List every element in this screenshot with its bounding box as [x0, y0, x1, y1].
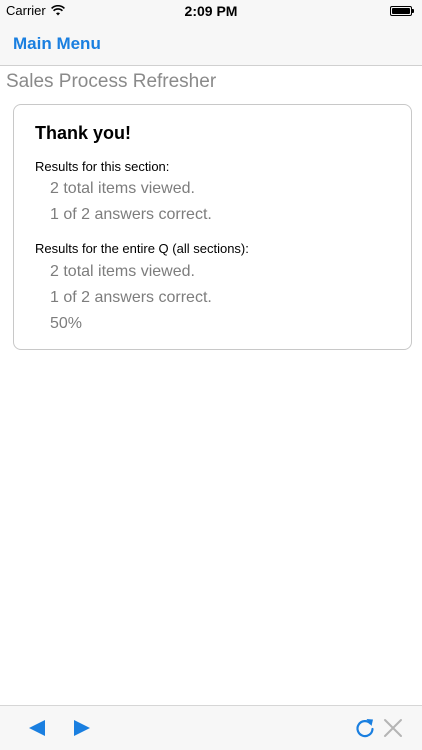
battery-icon: [390, 6, 414, 16]
results-card: Thank you! Results for this section: 2 t…: [13, 104, 412, 350]
section-items-viewed: 2 total items viewed.: [50, 180, 195, 197]
page-title: Sales Process Refresher: [6, 71, 217, 92]
bottom-toolbar: [0, 705, 422, 750]
arrow-left-icon[interactable]: [26, 716, 50, 740]
clock: 2:09 PM: [184, 3, 238, 19]
refresh-icon[interactable]: [353, 716, 377, 740]
nav-bar: Main Menu: [0, 22, 422, 66]
overall-results-label: Results for the entire Q (all sections):: [35, 241, 249, 256]
card-heading: Thank you!: [35, 123, 132, 143]
overall-answers-correct: 1 of 2 answers correct.: [50, 289, 212, 306]
overall-percent: 50%: [50, 315, 83, 332]
section-results-label: Results for this section:: [35, 159, 170, 174]
main-menu-button[interactable]: Main Menu: [13, 34, 101, 54]
screen: Carrier 2:09 PM Main Menu Sales Process …: [0, 0, 422, 750]
status-bar: Carrier 2:09 PM: [0, 0, 422, 22]
arrow-right-icon[interactable]: [69, 716, 93, 740]
overall-items-viewed: 2 total items viewed.: [50, 263, 195, 280]
battery-level: [392, 8, 410, 14]
close-icon[interactable]: [381, 716, 405, 740]
section-answers-correct: 1 of 2 answers correct.: [50, 206, 212, 223]
